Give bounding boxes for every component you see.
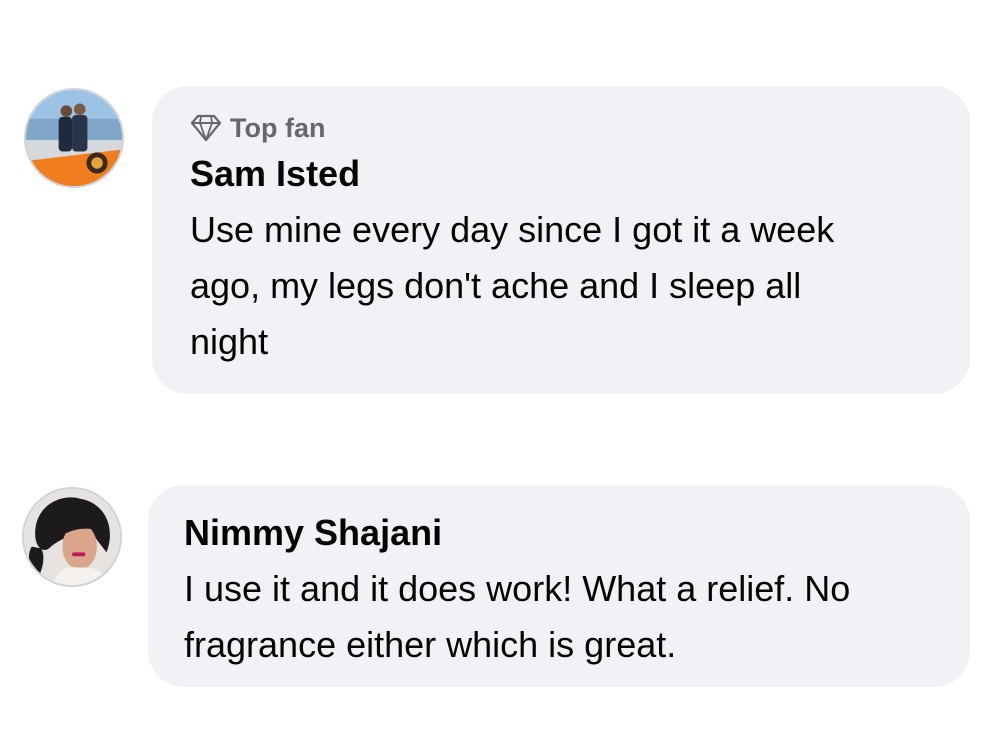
badge-label: Top fan — [230, 112, 326, 143]
avatar[interactable] — [24, 88, 124, 188]
comment-text: Use mine every day since I got it a week… — [190, 209, 835, 362]
avatar[interactable] — [22, 487, 122, 587]
comment-author[interactable]: Nimmy Shajani — [184, 509, 934, 557]
top-fan-badge: Top fan — [190, 110, 932, 146]
avatar-photo — [24, 489, 120, 585]
comment-bubble: Nimmy Shajani I use it and it does work!… — [148, 485, 970, 687]
avatar-photo — [26, 90, 122, 186]
comment-author[interactable]: Sam Isted — [190, 150, 932, 198]
diamond-icon — [190, 114, 222, 142]
comment-text: I use it and it does work! What a relief… — [184, 568, 851, 665]
comment-bubble: Top fan Sam Isted Use mine every day sin… — [152, 86, 970, 394]
